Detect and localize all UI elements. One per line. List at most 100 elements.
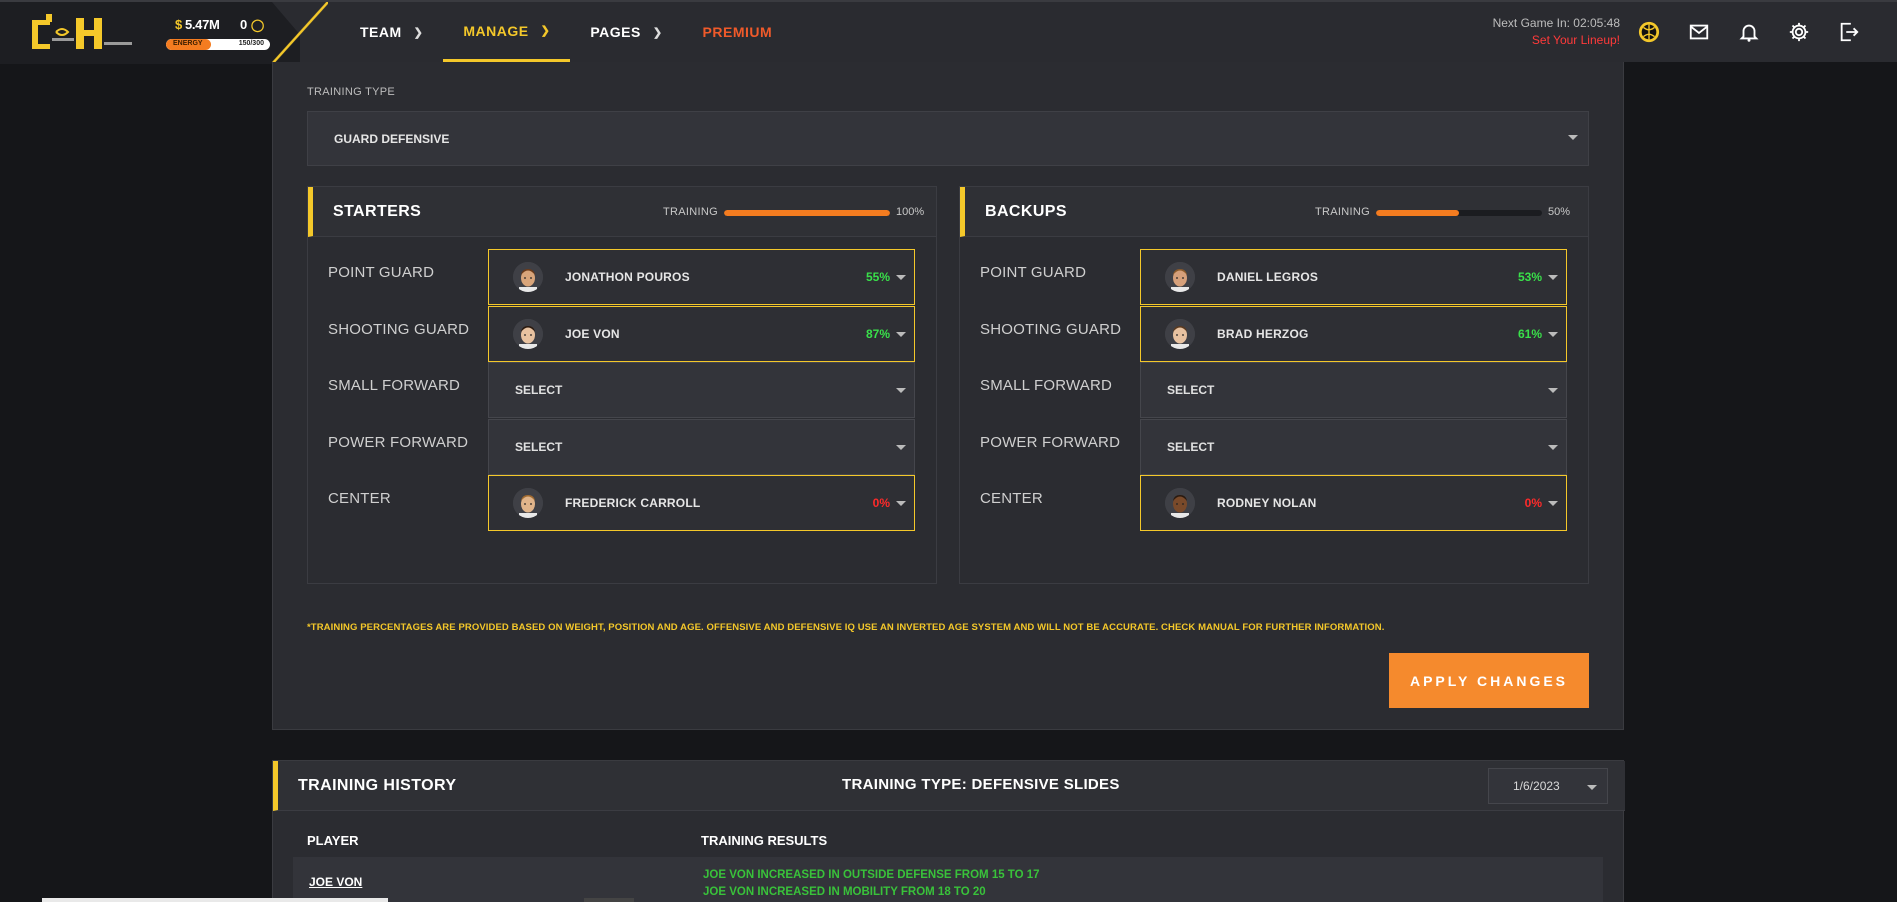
starters-row: POINT GUARD JONATHON POUROS 55% — [308, 249, 938, 305]
training-panel: TRAINING TYPE GUARD DEFENSIVE STARTERS T… — [272, 62, 1624, 730]
dollar-sign: $ — [175, 17, 182, 32]
apply-changes-button[interactable]: APPLY CHANGES — [1389, 653, 1589, 708]
history-result-line: JOE VON INCREASED IN OUTSIDE DEFENSE FRO… — [703, 869, 1040, 881]
history-results: JOE VON INCREASED IN OUTSIDE DEFENSE FRO… — [703, 867, 1040, 901]
horizontal-scrollbar-track[interactable] — [584, 898, 634, 902]
mail-icon[interactable] — [1686, 19, 1712, 45]
player-name: BRAD HERZOG — [1217, 326, 1309, 341]
money-balance: $5.47M — [175, 17, 220, 32]
caret-down-icon — [1548, 331, 1558, 337]
starters-row: SHOOTING GUARD JOE VON 87% — [308, 305, 938, 362]
caret-down-icon — [1548, 501, 1558, 506]
money-value: 5.47M — [184, 17, 220, 32]
training-history-title: TRAINING HISTORY — [298, 777, 457, 794]
training-percentages-note: *TRAINING PERCENTAGES ARE PROVIDED BASED… — [307, 622, 1385, 633]
player-name: DANIEL LEGROS — [1217, 270, 1319, 284]
nav-manage[interactable]: MANAGE ❯ — [443, 2, 571, 62]
backups-row: CENTER RODNEY NOLAN 0% — [960, 475, 1590, 531]
backups-title: BACKUPS — [985, 203, 1067, 220]
coin-balance: 0 ◯ — [240, 17, 264, 32]
avatar — [1165, 262, 1195, 292]
header-icons — [1636, 19, 1862, 45]
player-name: JONATHON POUROS — [565, 270, 690, 284]
nav-pages[interactable]: PAGES ❯ — [570, 2, 682, 62]
position-label: SMALL FORWARD — [980, 377, 1113, 394]
next-game-countdown: Next Game In: 02:05:48 — [1492, 16, 1620, 30]
column-header-player: PLAYER — [307, 833, 359, 848]
backups-training-bar-fill — [1376, 210, 1459, 216]
backups-header: BACKUPS TRAINING 50% — [960, 187, 1588, 237]
coin-icon: ◯ — [250, 18, 265, 32]
starters-training-bar-fill — [724, 210, 890, 216]
energy-bar: ENERGY 150/300 — [166, 39, 270, 50]
avatar — [1165, 318, 1195, 349]
nav-premium[interactable]: PREMIUM — [683, 2, 793, 62]
empty-player-select[interactable]: SELECT — [1140, 418, 1567, 475]
gear-icon[interactable] — [1786, 19, 1812, 45]
player-select[interactable]: DANIEL LEGROS 53% — [1140, 249, 1567, 305]
player-select[interactable]: BRAD HERZOG 61% — [1140, 305, 1567, 362]
nav-pages-label: PAGES — [590, 24, 641, 40]
training-history-panel: TRAINING HISTORY TRAINING TYPE: DEFENSIV… — [272, 760, 1625, 902]
training-type-label: TRAINING TYPE — [307, 86, 396, 98]
player-name: JOE VON — [565, 326, 620, 341]
training-percentage: 0% — [1524, 496, 1542, 510]
select-placeholder: SELECT — [1167, 439, 1215, 454]
set-lineup-link[interactable]: Set Your Lineup! — [1380, 33, 1620, 47]
caret-down-icon — [896, 331, 906, 337]
caret-down-icon — [896, 275, 906, 280]
energy-label: ENERGY — [173, 40, 203, 47]
player-name: FREDERICK CARROLL — [565, 496, 701, 510]
position-label: SMALL FORWARD — [328, 377, 461, 394]
history-player-link[interactable]: JOE VON — [309, 875, 362, 889]
nav-premium-label: PREMIUM — [702, 24, 773, 40]
avatar — [513, 488, 543, 518]
position-label: POWER FORWARD — [980, 433, 1121, 451]
training-type-select[interactable]: GUARD DEFENSIVE — [307, 111, 1589, 166]
caret-down-icon — [1587, 785, 1597, 790]
player-name: RODNEY NOLAN — [1217, 496, 1317, 510]
nav-team[interactable]: TEAM ❯ — [340, 2, 443, 62]
caret-down-icon — [896, 444, 906, 450]
position-label: SHOOTING GUARD — [980, 320, 1122, 338]
training-type-value: GUARD DEFENSIVE — [334, 131, 450, 146]
caret-down-icon — [896, 501, 906, 506]
select-placeholder: SELECT — [515, 383, 563, 397]
player-select[interactable]: FREDERICK CARROLL 0% — [488, 475, 915, 531]
player-select[interactable]: RODNEY NOLAN 0% — [1140, 475, 1567, 531]
player-select[interactable]: JONATHON POUROS 55% — [488, 249, 915, 305]
empty-player-select[interactable]: SELECT — [1140, 362, 1567, 418]
logout-icon[interactable] — [1836, 19, 1862, 45]
nav-manage-label: MANAGE — [463, 22, 529, 39]
training-history-type: TRAINING TYPE: DEFENSIVE SLIDES — [842, 776, 1120, 793]
training-percentage: 87% — [865, 326, 890, 341]
horizontal-scrollbar-thumb[interactable] — [42, 898, 388, 902]
court-hoops-logo[interactable] — [28, 10, 136, 54]
avatar — [1165, 488, 1195, 518]
select-placeholder: SELECT — [515, 439, 563, 454]
bell-icon[interactable] — [1736, 19, 1762, 45]
training-percentage: 61% — [1517, 326, 1542, 341]
backups-row: POINT GUARD DANIEL LEGROS 53% — [960, 249, 1590, 305]
player-select[interactable]: JOE VON 87% — [488, 305, 915, 362]
backups-row: POWER FORWARD SELECT — [960, 418, 1590, 475]
next-game-info: Next Game In: 02:05:48 Set Your Lineup! — [1380, 16, 1620, 47]
position-label: POINT GUARD — [328, 264, 435, 281]
caret-down-icon — [896, 388, 906, 393]
empty-player-select[interactable]: SELECT — [488, 418, 915, 475]
chevron-down-icon: ❯ — [540, 25, 551, 37]
backups-training-pct: 50% — [1548, 206, 1571, 218]
team-logo-icon[interactable] — [1636, 19, 1662, 45]
column-header-results: TRAINING RESULTS — [701, 833, 828, 848]
position-label: POINT GUARD — [980, 264, 1087, 281]
starters-title: STARTERS — [333, 203, 422, 220]
history-date-select[interactable]: 1/6/2023 — [1488, 768, 1608, 804]
training-history-header: TRAINING HISTORY TRAINING TYPE: DEFENSIV… — [273, 761, 1625, 811]
caret-down-icon — [1548, 275, 1558, 280]
chevron-down-icon: ❯ — [652, 26, 663, 39]
empty-player-select[interactable]: SELECT — [488, 362, 915, 418]
training-percentage: 55% — [865, 270, 890, 284]
backups-card: BACKUPS TRAINING 50% POINT GUARD DANIEL L… — [959, 186, 1589, 584]
main-nav: TEAM ❯ MANAGE ❯ PAGES ❯ PREMIUM — [340, 2, 792, 64]
avatar — [513, 318, 543, 349]
